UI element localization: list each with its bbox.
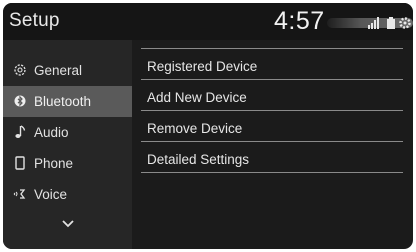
menu-item-registered-device[interactable]: Registered Device — [141, 49, 403, 80]
menu-item-label: Registered Device — [147, 59, 258, 74]
bluetooth-icon — [14, 95, 26, 107]
menu-item-label: Remove Device — [147, 121, 243, 136]
menu-item-label: Detailed Settings — [147, 152, 250, 167]
sidebar-item-label: Audio — [34, 125, 69, 140]
header-bar: Setup 4:57 — [3, 3, 413, 40]
voice-icon — [13, 189, 26, 199]
signal-icon — [368, 17, 379, 29]
sidebar-item-label: Bluetooth — [34, 94, 92, 109]
sidebar-item-phone[interactable]: Phone — [3, 148, 132, 179]
page-title: Setup — [9, 10, 60, 31]
sidebar-item-label: Phone — [34, 156, 74, 171]
sidebar-item-label: General — [34, 63, 83, 78]
settings-icon — [399, 17, 411, 29]
sidebar-item-general[interactable]: General — [3, 55, 132, 86]
menu-item-label: Add New Device — [147, 90, 247, 105]
status-area — [327, 15, 413, 31]
menu-item-remove-device[interactable]: Remove Device — [141, 111, 403, 142]
sidebar-item-bluetooth[interactable]: Bluetooth — [3, 86, 132, 117]
clock: 4:57 — [274, 7, 325, 35]
menu-item-detailed-settings[interactable]: Detailed Settings — [141, 142, 403, 173]
sidebar-item-label: Voice — [34, 187, 68, 202]
sidebar-item-voice[interactable]: Voice — [3, 179, 132, 210]
music-note-icon — [15, 125, 26, 138]
sidebar: General Bluetooth Audio Phone Voice — [3, 40, 132, 249]
sidebar-item-audio[interactable]: Audio — [3, 117, 132, 148]
chevron-down-icon[interactable] — [61, 219, 75, 229]
menu-item-add-new-device[interactable]: Add New Device — [141, 80, 403, 111]
gear-icon — [14, 64, 26, 76]
device-menu: Registered Device Add New Device Remove … — [132, 40, 413, 249]
battery-icon — [387, 17, 395, 29]
phone-icon — [15, 156, 25, 170]
setup-screen: Setup 4:57 General Bluetooth Audio Phone… — [3, 3, 413, 249]
divider — [141, 172, 403, 173]
